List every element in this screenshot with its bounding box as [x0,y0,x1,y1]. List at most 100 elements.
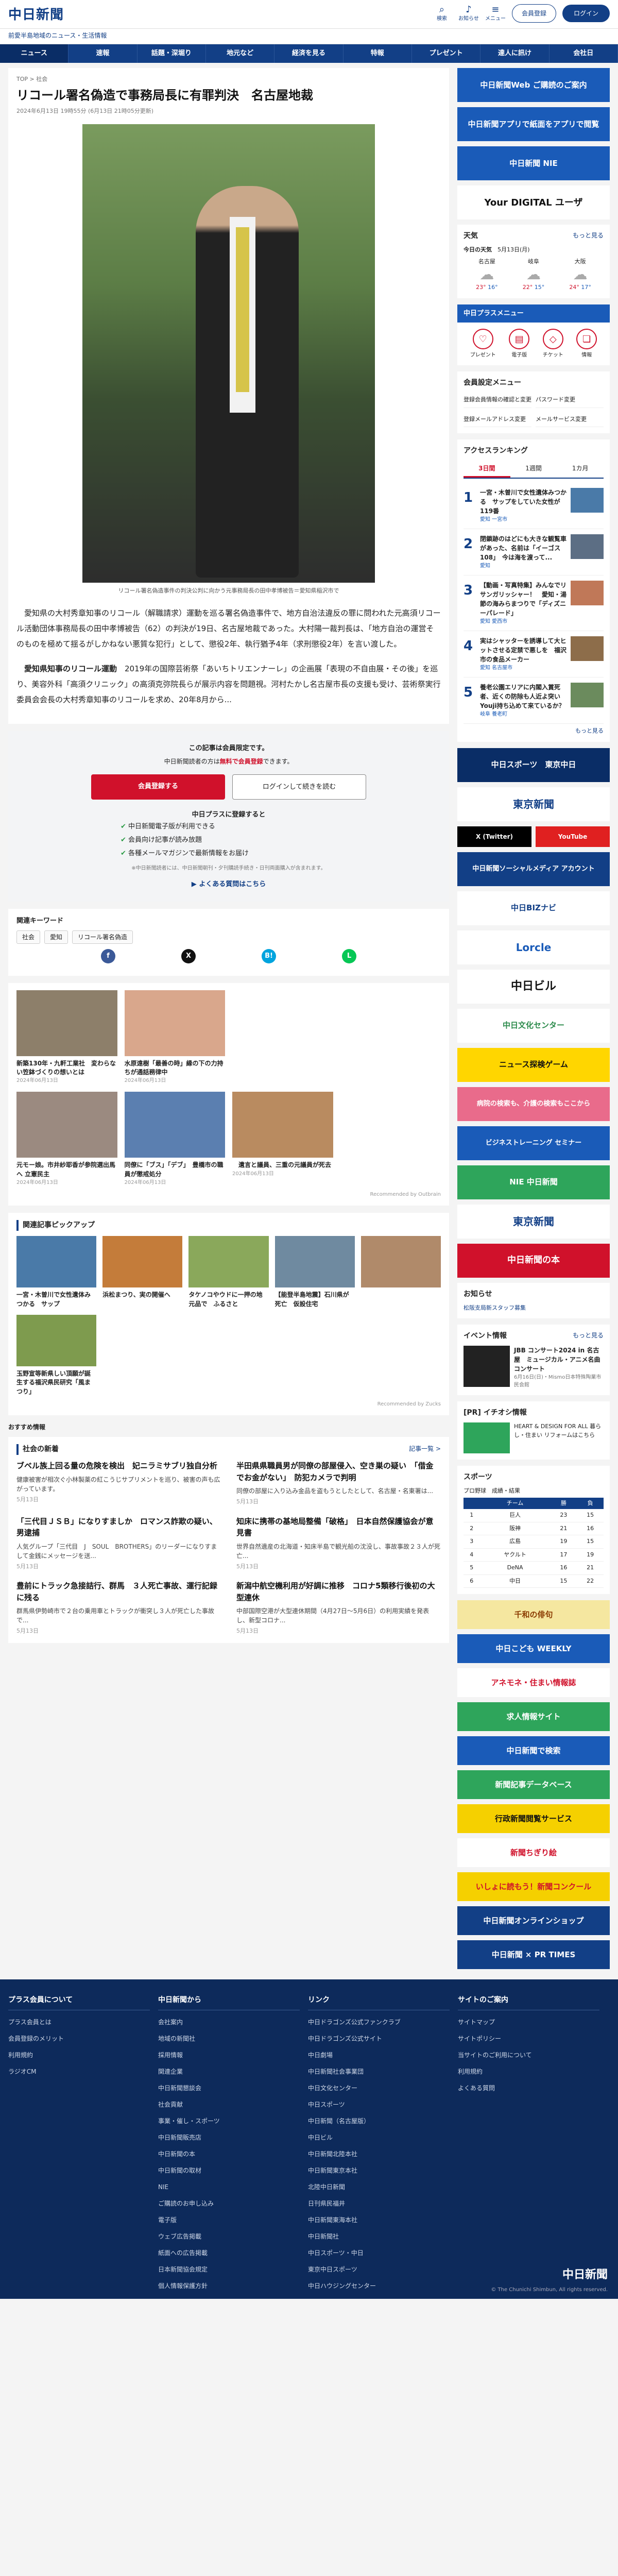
related-item[interactable]: 同僚に「ブス」「デブ」 豊橋市の職員が懲戒処分 2024年06月13日 [124,1092,225,1187]
line-icon[interactable]: L [342,948,356,963]
ranking-tab[interactable]: 1カ月 [557,461,604,478]
nav-item[interactable]: ニュース [0,44,69,63]
outbrain-label[interactable]: Recommended by Outbrain [16,1191,441,1198]
youtube-icon[interactable]: YouTube [536,826,610,847]
footer-link[interactable]: 中日劇場 [308,2050,450,2060]
footer-link[interactable]: 中日新聞東京本社 [308,2166,450,2175]
footer-link[interactable]: 関連企業 [158,2067,300,2076]
contest-banner[interactable]: いしょに読もう！新聞コンクール [457,1872,610,1901]
keyword-tag[interactable]: 社会 [16,930,41,944]
footer-link[interactable]: 中日新聞販売店 [158,2133,300,2142]
ranking-item[interactable]: 5 養老公園エリアに内閣入賞死者、近くの防除も人近よ突いYouji持ち込めて来てい… [464,677,604,724]
footer-link[interactable]: 利用規約 [458,2067,599,2076]
footer-link[interactable]: ご購読のお申し込み [158,2199,300,2208]
nav-item[interactable]: 特報 [344,44,412,63]
x-icon[interactable]: X (Twitter) [457,826,531,847]
footer-link[interactable]: サイトマップ [458,2018,599,2027]
footer-link[interactable]: 中日新聞の取材 [158,2166,300,2175]
region-tagline[interactable]: 前愛半島地域のニュース・生活情報 [0,29,618,44]
hatena-icon[interactable]: B! [262,948,276,963]
chunichi-sports-banner[interactable]: 中日スポーツ 東京中日 [457,748,610,782]
footer-link[interactable]: 採用情報 [158,2050,300,2060]
member-link[interactable]: メールサービス変更 [536,412,604,427]
notice-link[interactable]: 松阪支局新スタッフ募集 [464,1304,604,1313]
book-icon[interactable]: ❏ 情報 [576,329,597,359]
pickup-item[interactable]: 【能登半島地震】石川県が死亡 仮設住宅 [274,1236,355,1309]
news-item[interactable]: 新潟中航空機利用が好調に推移 コロナ5類移行後初の大型連休 中部国際空港が大型連休… [236,1580,441,1636]
digital-banner[interactable]: 中日新聞Web ご購読のご案内 [457,68,610,102]
footer-link[interactable]: よくある質問 [458,2083,599,2093]
footer-link[interactable]: 中日新聞（名古屋版） [308,2116,450,2126]
weather-city[interactable]: 大阪 ☁ 24° 17° [569,258,591,292]
news-game-banner[interactable]: ニュース探検ゲーム [457,1047,610,1082]
footer-logo[interactable]: 中日新聞 [562,2266,608,2283]
footer-link[interactable]: 社会貢献 [158,2100,300,2109]
seminar-banner[interactable]: ビジネストレーニング セミナー [457,1126,610,1160]
footer-link[interactable]: 紙面への広告掲載 [158,2248,300,2258]
nav-item[interactable]: 会社日 [550,44,618,63]
footer-link[interactable]: 会員登録のメリット [8,2034,150,2043]
nav-item[interactable]: プレゼント [412,44,481,63]
member-link[interactable]: 登録メールアドレス変更 [464,412,531,427]
nav-item[interactable]: 経済を見る [274,44,344,63]
nav-item[interactable]: 達人に訊け [480,44,550,63]
ranking-more-link[interactable]: もっと見る [464,727,604,736]
news-item[interactable]: 半田県県職員男が同僚の部屋侵入、空き巣の疑い 「借金でお金がない」 防犯カメラで… [236,1460,441,1506]
chigiri-banner[interactable]: 新聞ちぎり絵 [457,1838,610,1867]
ranking-item[interactable]: 1 一宮・木曽川で女性遺体みつかる サップをしていた女性が119番 愛知 一宮市 [464,483,604,529]
register-button[interactable]: 会員登録 [511,4,556,23]
related-item[interactable]: 元モー娘。市井紗耶香が参院選出馬へ 立憲民主 2024年06月13日 [16,1092,117,1187]
weather-city[interactable]: 名古屋 ☁ 23° 16° [476,258,498,292]
tokyo-shimbun-banner[interactable]: 東京新聞 [457,787,610,821]
news-item[interactable]: 「三代目ＪＳＢ」になりすましか ロマンス詐欺の疑い、男逮捕 人気グループ「三代目 … [16,1516,221,1571]
lorcle-banner[interactable]: Lorcle [457,930,610,964]
nie-link-banner[interactable]: NIE 中日新聞 [457,1165,610,1199]
faq-link[interactable]: ▶ よくある質問はこちら [24,879,434,890]
footer-link[interactable]: 当サイトのご利用について [458,2050,599,2060]
member-link[interactable]: 登録会員情報の確認と変更 [464,393,531,408]
footer-link[interactable]: 中日新聞北陸本社 [308,2149,450,2159]
ranking-tab[interactable]: 1週間 [510,461,557,478]
bell-icon[interactable]: ♪ お知らせ [458,4,479,23]
news-item[interactable]: 豊前にトラック急接詰行、群馬 ３人死亡事故、運行記録に残る 群馬県伊勢崎市で２台の… [16,1580,221,1636]
related-item[interactable]: 新築130年・九軒工業社 変わらない笠鉢づくりの想いとは 2024年06月13日 [16,990,117,1085]
search-banner[interactable]: 中日新聞で検索 [457,1736,610,1765]
facebook-icon[interactable]: f [101,948,115,963]
anemone-banner[interactable]: アネモネ・住まい情報誌 [457,1668,610,1697]
keyword-tag[interactable]: リコール署名偽造 [72,930,133,944]
social-accounts-banner[interactable]: 中日新聞ソーシャルメディア アカウント [457,852,610,886]
search-icon[interactable]: ⌕ 検索 [432,4,452,23]
login-button[interactable]: ログイン [562,5,610,22]
pickup-item[interactable] [360,1236,441,1309]
footer-link[interactable]: 個人情報保護方針 [158,2281,300,2291]
hospital-banner[interactable]: 病院の検索も、介護の検索もここから [457,1087,610,1121]
jobs-banner[interactable]: 求人情報サイト [457,1702,610,1731]
weather-city[interactable]: 岐阜 ☁ 22° 15° [523,258,545,292]
ranking-item[interactable]: 4 実はシャッターを誘導して大ヒットさせる定禁で悪しを 福沢市の食品メーカー 愛知 … [464,631,604,677]
nie-banner[interactable]: 中日新聞 NIE [457,146,610,180]
footer-link[interactable]: 中日新聞社会事業団 [308,2067,450,2076]
ticket-icon[interactable]: ◇ チケット [542,329,563,359]
news-item[interactable]: 知床に携帯の基地局整備「破格」 日本自然保護協会が意見書 世界自然遺産の北海道・知… [236,1516,441,1571]
member-register-button[interactable]: 会員登録する [91,774,225,800]
footer-link[interactable]: 会社案内 [158,2018,300,2027]
database-banner[interactable]: 新聞記事データベース [457,1770,610,1799]
footer-link[interactable]: ラジオCM [8,2067,150,2076]
nav-item[interactable]: 速報 [68,44,138,63]
member-link[interactable]: パスワード変更 [536,393,604,408]
pickup-item[interactable]: 玉野宣等新県しい頂願が誕生する福沢県民研究「風まつり」 [16,1314,97,1396]
ranking-item[interactable]: 3 【動画・写真特集】みんなでリサンガリッシャー！ 愛知・湯節の海みらまつりで「デ… [464,575,604,631]
ranking-tab[interactable]: 3日間 [464,461,510,478]
related-item[interactable]: 遺言と議員、三重の元議員が死去 2024年06月13日 [232,1092,333,1187]
gift-icon[interactable]: ♡ プレゼント [470,329,496,359]
footer-link[interactable]: 利用規約 [8,2050,150,2060]
footer-link[interactable]: 中日スポーツ [308,2100,450,2109]
footer-link[interactable]: 中日新聞の本 [158,2149,300,2159]
culture-center-banner[interactable]: 中日文化センター [457,1008,610,1043]
login-continue-button[interactable]: ログインして続きを読む [232,774,366,800]
chunichi-building-banner[interactable]: 中日ビル [457,969,610,1004]
app-banner[interactable]: 中日新聞アプリで紙面をアプリで閲覧 [457,107,610,141]
x-icon[interactable]: X [181,948,196,963]
footer-link[interactable]: 中日ハウジングセンター [308,2281,450,2291]
article-photo[interactable] [82,124,375,583]
